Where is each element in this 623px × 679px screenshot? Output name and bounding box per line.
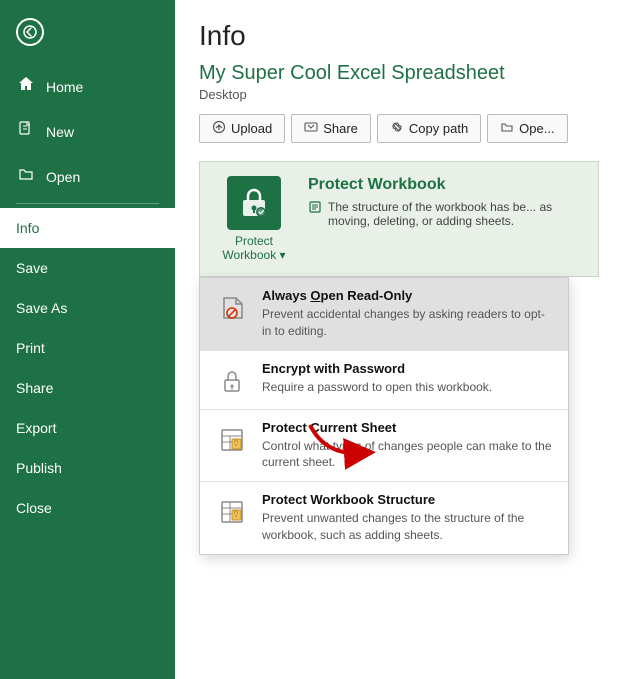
dropdown-item-protect-sheet[interactable]: Protect Current Sheet Control what types… xyxy=(200,410,568,482)
readonly-icon xyxy=(214,290,250,326)
open-location-button[interactable]: Ope... xyxy=(487,114,567,143)
action-bar: Upload Share Copy path xyxy=(199,114,599,143)
share-icon xyxy=(304,120,318,137)
dropdown-item-protect-sheet-desc: Control what types of changes people can… xyxy=(262,438,554,472)
protect-description: The structure of the workbook has be... … xyxy=(308,200,584,228)
copy-path-icon xyxy=(390,120,404,137)
sidebar-item-publish-label: Publish xyxy=(16,460,62,476)
dropdown-item-readonly-desc: Prevent accidental changes by asking rea… xyxy=(262,306,554,340)
sidebar-item-print-label: Print xyxy=(16,340,45,356)
sidebar-item-save-as-label: Save As xyxy=(16,300,67,316)
share-label: Share xyxy=(323,121,358,136)
protect-structure-icon xyxy=(214,494,250,530)
dropdown-item-readonly-content: Always Open Read-Only Prevent accidental… xyxy=(262,288,554,340)
page-title: Info xyxy=(199,20,599,52)
sidebar-nav: Home New Open Info xyxy=(0,64,175,528)
sidebar-item-home[interactable]: Home xyxy=(0,64,175,109)
sidebar-item-new[interactable]: New xyxy=(0,109,175,154)
dropdown-item-protect-structure-title: Protect Workbook Structure xyxy=(262,492,554,507)
back-arrow-icon xyxy=(16,18,44,46)
sidebar-item-close-label: Close xyxy=(16,500,52,516)
protect-content: Protect Workbook The structure of the wo… xyxy=(308,176,584,228)
protect-icon-area: ProtectWorkbook ▾ xyxy=(214,176,294,262)
dropdown-item-protect-structure-content: Protect Workbook Structure Prevent unwan… xyxy=(262,492,554,544)
home-icon xyxy=(16,76,36,97)
dropdown-item-encrypt-content: Encrypt with Password Require a password… xyxy=(262,361,492,396)
sidebar-item-export[interactable]: Export xyxy=(0,408,175,448)
open-location-label: Ope... xyxy=(519,121,554,136)
sidebar: Home New Open Info xyxy=(0,0,175,679)
upload-label: Upload xyxy=(231,121,272,136)
dropdown-item-protect-structure[interactable]: Protect Workbook Structure Prevent unwan… xyxy=(200,482,568,554)
dropdown-item-protect-sheet-content: Protect Current Sheet Control what types… xyxy=(262,420,554,472)
protect-icon-label: ProtectWorkbook ▾ xyxy=(214,234,294,262)
open-location-icon xyxy=(500,120,514,137)
sidebar-item-open-label: Open xyxy=(46,169,80,185)
upload-button[interactable]: Upload xyxy=(199,114,285,143)
share-button[interactable]: Share xyxy=(291,114,371,143)
sidebar-divider xyxy=(16,203,159,204)
sidebar-item-export-label: Export xyxy=(16,420,56,436)
back-button[interactable] xyxy=(0,0,175,64)
sidebar-item-share[interactable]: Share xyxy=(0,368,175,408)
dropdown-item-encrypt-title: Encrypt with Password xyxy=(262,361,492,376)
protect-section: ProtectWorkbook ▾ Protect Workbook The s… xyxy=(199,161,599,277)
main-content: Info My Super Cool Excel Spreadsheet Des… xyxy=(175,0,623,679)
dropdown-item-encrypt-desc: Require a password to open this workbook… xyxy=(262,379,492,396)
open-icon xyxy=(16,166,36,187)
dropdown-item-readonly[interactable]: Always Open Read-Only Prevent accidental… xyxy=(200,278,568,350)
dropdown-item-protect-structure-desc: Prevent unwanted changes to the structur… xyxy=(262,510,554,544)
sidebar-item-share-label: Share xyxy=(16,380,53,396)
sidebar-item-info-label: Info xyxy=(16,220,39,236)
protect-desc-text: The structure of the workbook has be... … xyxy=(328,200,584,228)
copy-path-label: Copy path xyxy=(409,121,468,136)
sidebar-item-new-label: New xyxy=(46,124,74,140)
copy-path-button[interactable]: Copy path xyxy=(377,114,481,143)
sidebar-item-publish[interactable]: Publish xyxy=(0,448,175,488)
dropdown-item-readonly-title: Always Open Read-Only xyxy=(262,288,554,303)
sidebar-item-save[interactable]: Save xyxy=(0,248,175,288)
protect-dropdown: Always Open Read-Only Prevent accidental… xyxy=(199,277,569,555)
new-icon xyxy=(16,121,36,142)
sidebar-item-close[interactable]: Close xyxy=(0,488,175,528)
sidebar-item-info[interactable]: Info xyxy=(0,208,175,248)
upload-icon xyxy=(212,120,226,137)
protect-sheet-icon xyxy=(214,422,250,458)
protect-workbook-button[interactable] xyxy=(227,176,281,230)
sidebar-item-print[interactable]: Print xyxy=(0,328,175,368)
sidebar-item-home-label: Home xyxy=(46,79,83,95)
encrypt-icon xyxy=(214,363,250,399)
dropdown-item-protect-sheet-title: Protect Current Sheet xyxy=(262,420,554,435)
doc-location: Desktop xyxy=(199,87,599,102)
doc-title: My Super Cool Excel Spreadsheet xyxy=(199,62,599,85)
sidebar-item-open[interactable]: Open xyxy=(0,154,175,199)
sidebar-item-save-as[interactable]: Save As xyxy=(0,288,175,328)
protect-desc-icon xyxy=(308,200,322,217)
dropdown-item-encrypt[interactable]: Encrypt with Password Require a password… xyxy=(200,351,568,409)
protect-content-title: Protect Workbook xyxy=(308,176,584,194)
sidebar-item-save-label: Save xyxy=(16,260,48,276)
